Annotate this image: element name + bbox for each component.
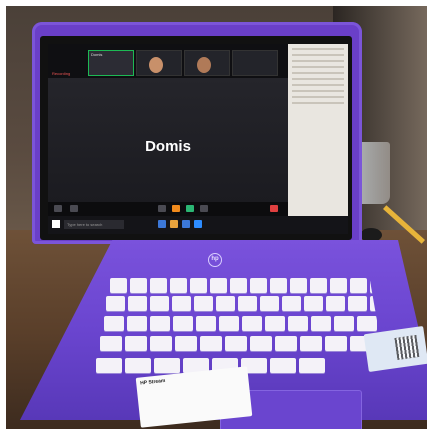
text-line [292,54,344,56]
text-line [292,72,344,74]
task-view-icon[interactable] [158,220,166,228]
text-line [292,60,344,62]
video-thumbnail[interactable] [136,50,182,76]
keyboard-key [304,296,323,311]
active-speaker-view: Domis [48,78,288,216]
text-line [292,78,344,80]
windows-start-icon[interactable] [52,220,60,228]
video-thumbnail[interactable] [232,50,278,76]
keyboard-key [173,316,193,331]
keyboard-key [200,336,222,351]
taskbar-search[interactable]: Type here to search [64,220,124,229]
file-explorer-icon[interactable] [170,220,178,228]
keyboard-key [310,278,327,293]
keyboard-key [150,278,167,293]
browser-icon[interactable] [182,220,190,228]
keyboard-key [106,296,125,311]
participant-face [197,57,211,73]
keyboard-key [154,358,180,373]
keyboard-key [127,316,147,331]
keyboard-key [334,316,354,331]
keyboard-key [290,278,307,293]
participant-name: Domis [145,138,191,155]
keyboard-key [125,336,147,351]
keyboard-key [150,316,170,331]
keyboard-key [190,278,207,293]
keyboard-key [330,278,347,293]
keyboard-key [225,336,247,351]
keyboard-key [299,358,325,373]
keyboard-key [260,296,279,311]
text-line [292,84,344,86]
keyboard-key [325,336,347,351]
qr-code [394,335,420,360]
keyboard-key [270,358,296,373]
keyboard-key [104,316,124,331]
participants-button[interactable] [158,205,166,212]
keyboard-key [238,296,257,311]
video-thumbnail[interactable]: Domis [88,50,134,76]
keyboard-key [288,316,308,331]
computer-mouse [360,228,382,242]
keyboard-key [175,336,197,351]
keyboard-key [250,336,272,351]
keyboard-key [96,358,122,373]
keyboard-key [210,278,227,293]
share-screen-button[interactable] [172,205,180,212]
windows-taskbar: Type here to search [48,216,348,234]
hp-logo: hp [208,253,222,267]
keyboard-key [110,278,127,293]
recording-indicator: Recording [52,71,71,76]
video-thumbnail-strip: Domis Recording [48,44,288,78]
end-meeting-button[interactable] [270,205,278,212]
keyboard-key [311,316,331,331]
keyboard-key [219,316,239,331]
chat-button[interactable] [186,205,194,212]
laptop-screen: Domis Recording Domis Type here to searc… [48,44,348,234]
keyboard-key [250,278,267,293]
video-button[interactable] [70,205,78,212]
keyboard-key [230,278,247,293]
thumbnail-name: Domis [91,52,103,57]
keyboard-key [194,296,213,311]
keyboard-key [150,296,169,311]
meeting-controls-bar [48,202,288,216]
keyboard-key [357,316,377,331]
sticker-title: HP Stream [139,377,166,387]
text-line [292,66,344,68]
keyboard-key [125,358,151,373]
keyboard-key [300,336,322,351]
keyboard-key [270,278,287,293]
keyboard-key [275,336,297,351]
keyboard-key [130,278,147,293]
keyboard-key [348,296,367,311]
video-thumbnail[interactable] [184,50,230,76]
text-line [292,90,344,92]
keyboard-key [350,278,367,293]
keyboard-key [128,296,147,311]
keyboard-key [150,336,172,351]
document-side-panel [288,44,348,216]
record-button[interactable] [200,205,208,212]
keyboard-key [216,296,235,311]
text-line [292,96,344,98]
keyboard-key [265,316,285,331]
keyboard-key [242,316,262,331]
keyboard-key [100,336,122,351]
keyboard-key [170,278,187,293]
keyboard-key [326,296,345,311]
keyboard-key [172,296,191,311]
mute-button[interactable] [54,205,62,212]
keyboard-key [282,296,301,311]
text-line [292,102,344,104]
participant-face [149,57,163,73]
keyboard-key [196,316,216,331]
text-line [292,48,344,50]
zoom-app-icon[interactable] [194,220,202,228]
